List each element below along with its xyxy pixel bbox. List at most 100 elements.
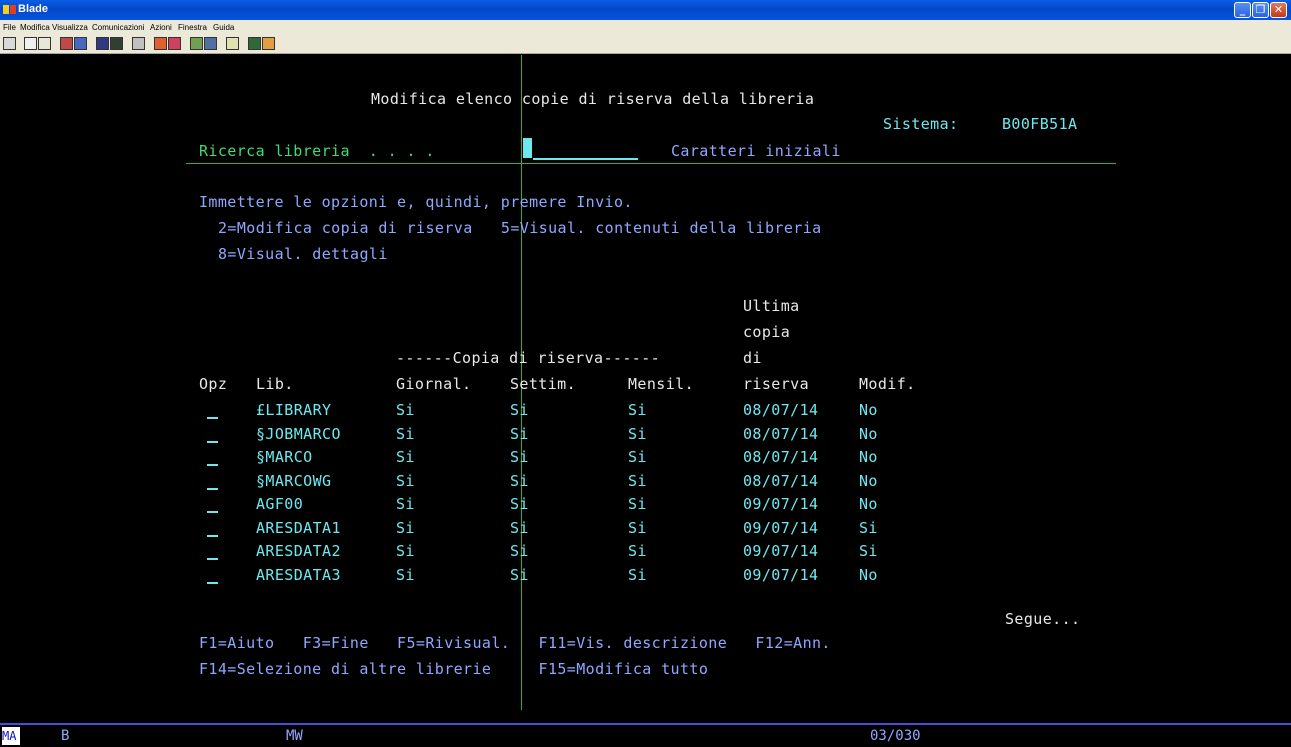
menu-file[interactable]: File bbox=[3, 23, 16, 32]
macro-edit-icon[interactable] bbox=[204, 37, 217, 50]
option-input[interactable] bbox=[207, 440, 218, 443]
receive-icon[interactable] bbox=[74, 37, 87, 50]
row-weekly: Si bbox=[510, 565, 529, 584]
col-weekly: Settim. bbox=[510, 375, 577, 393]
window-title: Blade bbox=[18, 3, 48, 15]
row-lib: ARESDATA1 bbox=[256, 518, 341, 537]
row-mod: No bbox=[859, 424, 878, 443]
close-button[interactable]: ✕ bbox=[1270, 2, 1287, 18]
row-date: 08/07/14 bbox=[743, 448, 819, 466]
row-mod: No bbox=[859, 448, 878, 466]
menu-modifica[interactable]: Modifica bbox=[20, 23, 50, 32]
minimize-button[interactable]: _ bbox=[1234, 2, 1251, 18]
row-date: 09/07/14 bbox=[743, 565, 819, 584]
monitor-icon[interactable] bbox=[110, 37, 123, 50]
row-daily: Si bbox=[396, 471, 415, 490]
option-input[interactable] bbox=[207, 417, 218, 419]
search-hint: Caratteri iniziali bbox=[671, 142, 841, 160]
toolbar bbox=[0, 34, 1291, 54]
maximize-button[interactable]: ❐ bbox=[1252, 2, 1269, 18]
send-icon[interactable] bbox=[60, 37, 73, 50]
terminal-screen[interactable]: Modifica elenco copie di riserva della l… bbox=[0, 55, 1291, 723]
clipboard-icon[interactable] bbox=[226, 37, 239, 50]
record-icon[interactable] bbox=[154, 37, 167, 50]
col-last: riserva bbox=[743, 375, 810, 393]
col-modified: Modif. bbox=[859, 375, 916, 393]
title-bar: Blade _ ❐ ✕ bbox=[0, 0, 1291, 20]
menu-comunicazioni[interactable]: Comunicazioni bbox=[92, 23, 144, 32]
row-weekly: Si bbox=[510, 424, 529, 443]
row-daily: Si bbox=[396, 424, 415, 443]
col-lib: Lib. bbox=[256, 375, 294, 393]
menu-guida[interactable]: Guida bbox=[213, 23, 234, 32]
row-lib: £LIBRARY bbox=[256, 401, 332, 419]
search-label: Ricerca libreria . . . . bbox=[199, 142, 435, 160]
row-mod: No bbox=[859, 471, 878, 490]
header-last-1: Ultima bbox=[743, 297, 800, 315]
globe-icon[interactable] bbox=[248, 37, 261, 50]
menu-finestra[interactable]: Finestra bbox=[178, 23, 207, 32]
menu-visualizza[interactable]: Visualizza bbox=[52, 23, 88, 32]
row-monthly: Si bbox=[628, 424, 647, 443]
row-monthly: Si bbox=[628, 542, 647, 560]
row-weekly: Si bbox=[510, 448, 529, 466]
row-monthly: Si bbox=[628, 495, 647, 513]
search-input[interactable] bbox=[533, 158, 638, 160]
row-weekly: Si bbox=[510, 542, 529, 560]
row-date: 09/07/14 bbox=[743, 542, 819, 560]
row-mod: Si bbox=[859, 518, 878, 537]
mode-indicator: MA bbox=[2, 727, 20, 745]
status-b: B bbox=[61, 728, 70, 744]
function-keys-line-1: F1=Aiuto F3=Fine F5=Rivisual. F11=Vis. d… bbox=[199, 634, 831, 652]
display-icon[interactable] bbox=[96, 37, 109, 50]
header-last-2: copia bbox=[743, 323, 791, 341]
cursor-position: 03/030 bbox=[870, 728, 921, 744]
more-indicator: Segue... bbox=[1005, 610, 1081, 628]
option-input[interactable] bbox=[207, 581, 218, 584]
header-group: ------Copia di riserva------ bbox=[396, 349, 661, 367]
row-date: 08/07/14 bbox=[743, 471, 819, 490]
system-value: B00FB51A bbox=[1002, 115, 1078, 133]
paste-icon[interactable] bbox=[38, 37, 51, 50]
copy-icon[interactable] bbox=[24, 37, 37, 50]
menu-bar: File Modifica Visualizza Comunicazioni A… bbox=[0, 20, 1291, 34]
status-bar: MA B MW 03/030 bbox=[0, 723, 1291, 747]
screen-icon[interactable] bbox=[3, 37, 16, 50]
play-icon[interactable] bbox=[168, 37, 181, 50]
row-mod: No bbox=[859, 565, 878, 584]
row-daily: Si bbox=[396, 495, 415, 513]
option-input[interactable] bbox=[207, 534, 218, 537]
row-daily: Si bbox=[396, 565, 415, 584]
options-line-2: 8=Visual. dettagli bbox=[218, 245, 388, 263]
menu-azioni[interactable]: Azioni bbox=[150, 23, 172, 32]
system-label: Sistema: bbox=[883, 115, 959, 133]
option-input[interactable] bbox=[207, 558, 218, 560]
row-daily: Si bbox=[396, 448, 415, 466]
row-daily: Si bbox=[396, 542, 415, 560]
option-input[interactable] bbox=[207, 487, 218, 490]
row-date: 09/07/14 bbox=[743, 518, 819, 537]
row-lib: §MARCO bbox=[256, 448, 313, 466]
row-mod: No bbox=[859, 401, 878, 419]
row-lib: §JOBMARCO bbox=[256, 424, 341, 443]
row-monthly: Si bbox=[628, 471, 647, 490]
row-monthly: Si bbox=[628, 565, 647, 584]
row-weekly: Si bbox=[510, 401, 529, 419]
text-cursor bbox=[523, 138, 532, 158]
help-icon[interactable] bbox=[262, 37, 275, 50]
row-weekly: Si bbox=[510, 495, 529, 513]
row-monthly: Si bbox=[628, 448, 647, 466]
col-daily: Giornal. bbox=[396, 375, 472, 393]
option-input[interactable] bbox=[207, 464, 218, 466]
row-lib: ARESDATA3 bbox=[256, 565, 341, 584]
row-weekly: Si bbox=[510, 471, 529, 490]
crosshair-horizontal bbox=[186, 163, 1116, 164]
option-input[interactable] bbox=[207, 511, 218, 513]
header-last-3: di bbox=[743, 349, 762, 367]
row-monthly: Si bbox=[628, 518, 647, 537]
row-daily: Si bbox=[396, 518, 415, 537]
macro-icon[interactable] bbox=[190, 37, 203, 50]
row-mod: No bbox=[859, 495, 878, 513]
row-date: 09/07/14 bbox=[743, 495, 819, 513]
print-icon[interactable] bbox=[132, 37, 145, 50]
